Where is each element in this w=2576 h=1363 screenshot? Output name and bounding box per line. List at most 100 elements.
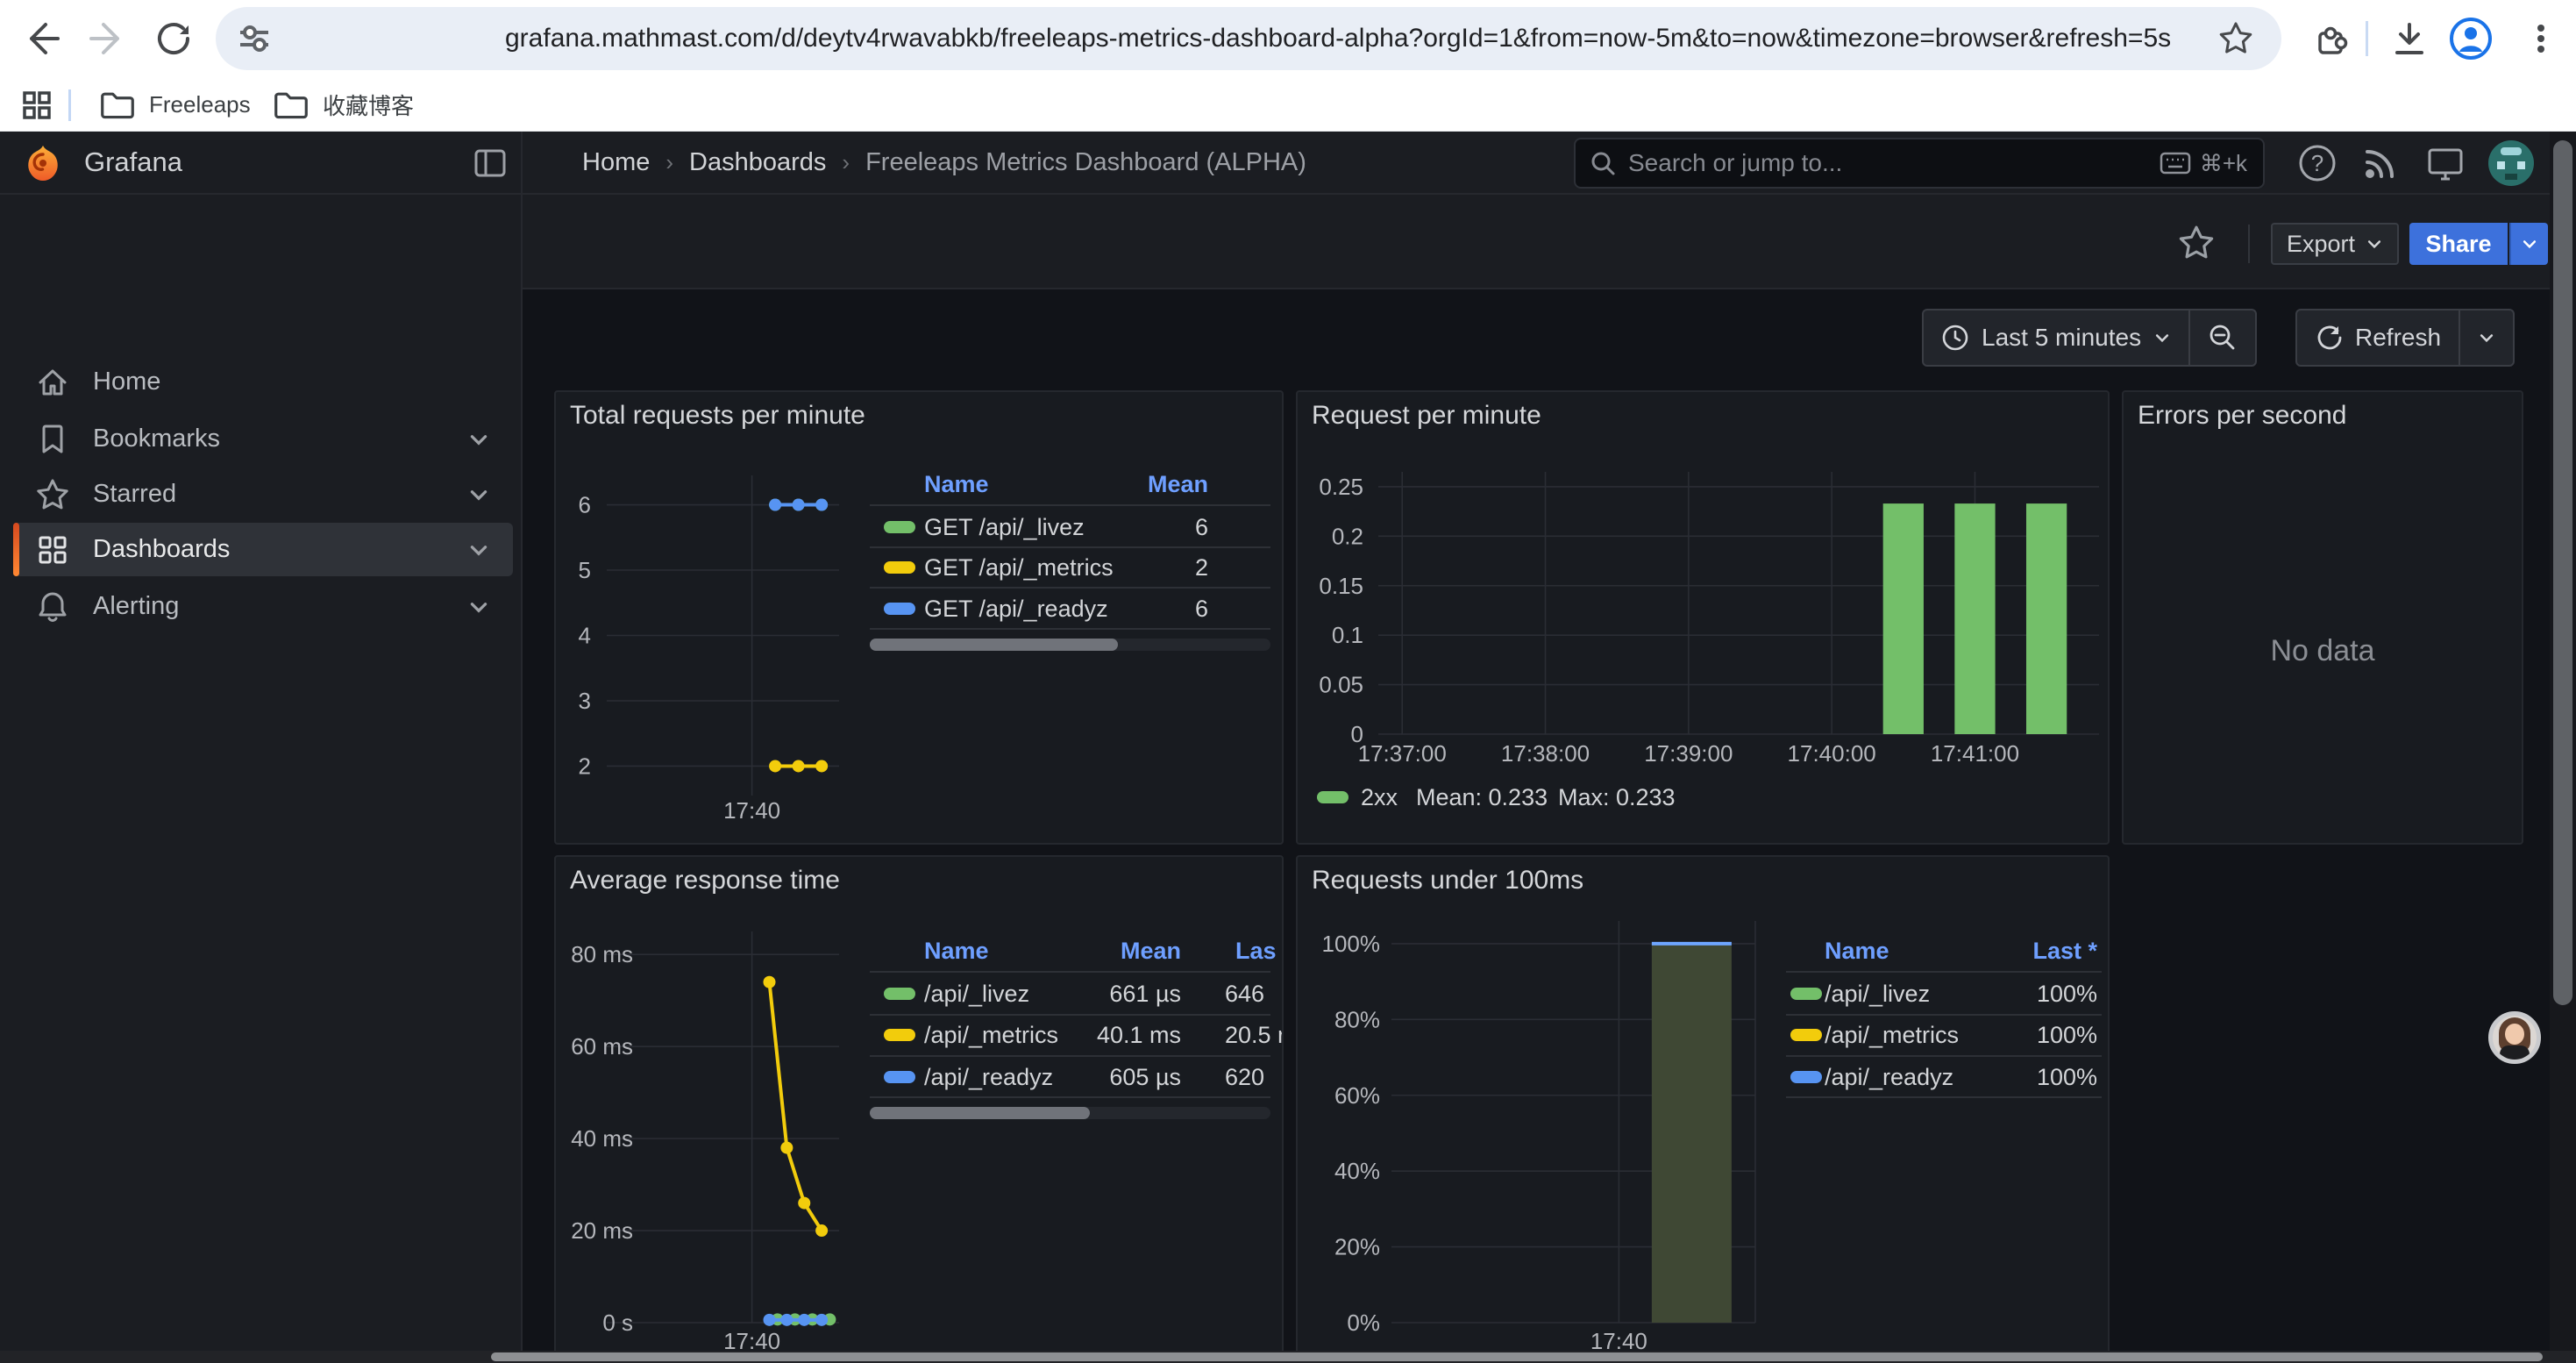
legend-divider: [870, 546, 1270, 548]
legend-series-pill[interactable]: [884, 603, 915, 615]
chevron-down-icon[interactable]: [467, 596, 490, 618]
legend-series-name: /api/_metrics: [1825, 1019, 1959, 1051]
legend-divider: [870, 628, 1270, 630]
share-button[interactable]: Share: [2409, 223, 2508, 265]
news-rss-icon[interactable]: [2360, 143, 2401, 183]
legend-series-name: /api/_readyz: [924, 1061, 1053, 1093]
legend-column-header: Last *: [2032, 935, 2097, 967]
url-text[interactable]: grafana.mathmast.com/d/deytv4rwavabkb/fr…: [505, 7, 2171, 70]
sidebar-item-alerting[interactable]: Alerting: [13, 580, 513, 633]
panel-legend: NameMeanLas/api/_livez661 µs646/api/_met…: [556, 857, 1282, 1363]
legend-series-pill[interactable]: [1790, 988, 1822, 1000]
legend-scrollbar-thumb[interactable]: [870, 1107, 1090, 1119]
zoom-out-button[interactable]: [2188, 310, 2255, 365]
sidebar-item-bookmarks[interactable]: Bookmarks: [13, 412, 513, 466]
sidebar-item-label: Dashboards: [93, 535, 467, 564]
legend-value: 40.1 ms: [1097, 1019, 1181, 1051]
legend-column-header: Name: [924, 468, 989, 500]
chevron-down-icon[interactable]: [467, 428, 490, 451]
chevron-down-icon[interactable]: [467, 539, 490, 561]
panel-request-per-minute: Request per minute0.250.20.150.10.05017:…: [1296, 390, 2110, 845]
floating-assistant-avatar[interactable]: [2488, 1011, 2541, 1064]
chevron-down-icon: [2521, 235, 2538, 253]
legend-series-pill[interactable]: [1790, 1029, 1822, 1041]
sidebar: Home BookmarksStarred Dashboards Alerting: [0, 195, 523, 1363]
product-name: Grafana: [84, 132, 182, 193]
bookmark-star-icon[interactable]: [2218, 21, 2253, 56]
sidebar-item-dashboards[interactable]: Dashboards: [13, 523, 513, 576]
site-settings-icon[interactable]: [237, 21, 272, 56]
sidebar-item-label: Home: [93, 368, 513, 396]
export-button[interactable]: Export: [2271, 223, 2399, 265]
user-avatar[interactable]: [2488, 140, 2534, 186]
screen: grafana.mathmast.com/d/deytv4rwavabkb/fr…: [0, 0, 2576, 1363]
download-icon[interactable]: [2390, 19, 2429, 58]
legend-divider: [870, 587, 1270, 589]
search-placeholder: Search or jump to...: [1628, 149, 2160, 177]
sidebar-item-starred[interactable]: Starred: [13, 467, 513, 521]
forward-icon[interactable]: [88, 19, 126, 58]
legend-series-pill[interactable]: [884, 521, 915, 533]
back-icon[interactable]: [23, 19, 61, 58]
help-icon[interactable]: ?: [2297, 143, 2338, 183]
legend-value: 20.5 r: [1225, 1019, 1284, 1051]
star-icon: [35, 477, 70, 512]
legend-divider: [1786, 971, 2102, 973]
time-range-label: Last 5 minutes: [1982, 324, 2141, 352]
legend-series-name: GET /api/_livez: [924, 511, 1085, 543]
refresh-button[interactable]: Refresh: [2297, 310, 2459, 365]
legend-column-header: Mean: [1121, 935, 1181, 967]
logo-zone: Grafana: [0, 132, 523, 193]
toolbar-separator: [2366, 21, 2368, 56]
sidebar-toggle-icon[interactable]: [473, 146, 507, 180]
url-bar[interactable]: grafana.mathmast.com/d/deytv4rwavabkb/fr…: [216, 7, 2281, 70]
panel-legend-inline[interactable]: 2xxMean: 0.233Max: 0.233: [1298, 392, 2108, 843]
bookmark-label: 收藏博客: [323, 89, 414, 121]
legend-series-pill[interactable]: [884, 1071, 915, 1083]
grafana-logo-icon[interactable]: [23, 144, 63, 184]
legend-divider: [1786, 1014, 2102, 1016]
monitor-icon[interactable]: [2425, 143, 2466, 183]
horizontal-scrollbar-thumb[interactable]: [491, 1352, 2543, 1361]
legend-series-name: GET /api/_metrics: [924, 552, 1114, 583]
legend-series-pill[interactable]: [1317, 791, 1348, 803]
bookmark-folder-freeleaps[interactable]: Freeleaps: [98, 84, 251, 125]
apps-grid-icon[interactable]: [21, 89, 53, 121]
vertical-scrollbar-thumb[interactable]: [2553, 140, 2572, 1005]
legend-value: 6: [1195, 511, 1208, 543]
bookmark-folder-blogs[interactable]: 收藏博客: [272, 84, 414, 125]
search-icon: [1590, 150, 1616, 176]
share-dropdown-button[interactable]: [2509, 223, 2548, 265]
breadcrumb-home[interactable]: Home: [582, 148, 650, 177]
search-input[interactable]: Search or jump to... ⌘+k: [1574, 138, 2265, 189]
legend-series-pill[interactable]: [884, 561, 915, 574]
profile-icon[interactable]: [2448, 16, 2494, 61]
sidebar-item-home[interactable]: Home: [13, 355, 513, 409]
zoom-out-icon: [2208, 323, 2238, 353]
dashboard-toolbar: Export Share: [523, 195, 2576, 289]
refresh-interval-dropdown[interactable]: [2459, 310, 2513, 365]
favorite-star-icon[interactable]: [2178, 225, 2215, 261]
time-range-picker[interactable]: Last 5 minutes: [1924, 310, 2188, 365]
clock-icon: [1941, 324, 1969, 352]
legend-value: 100%: [2037, 978, 2097, 1010]
legend-series-name: GET /api/_readyz: [924, 593, 1108, 624]
legend-divider: [870, 1014, 1270, 1016]
legend-value: 646: [1225, 978, 1264, 1010]
legend-value: 100%: [2037, 1019, 2097, 1051]
reload-icon[interactable]: [154, 19, 193, 58]
legend-scrollbar-thumb[interactable]: [870, 639, 1118, 651]
chevron-down-icon: [2153, 329, 2171, 346]
panel-title[interactable]: Errors per second: [2138, 401, 2346, 431]
legend-series-pill[interactable]: [884, 1029, 915, 1041]
extensions-icon[interactable]: [2311, 19, 2350, 58]
menu-kebab-icon[interactable]: [2522, 19, 2560, 58]
legend-series-name: 2xx: [1361, 781, 1398, 813]
legend-divider: [870, 504, 1270, 506]
chevron-down-icon[interactable]: [467, 483, 490, 506]
bookmarks-bar: Freeleaps 收藏博客: [0, 77, 2576, 132]
legend-series-pill[interactable]: [884, 988, 915, 1000]
legend-series-pill[interactable]: [1790, 1071, 1822, 1083]
breadcrumb-dashboards[interactable]: Dashboards: [689, 148, 826, 177]
folder-icon: [98, 87, 137, 122]
